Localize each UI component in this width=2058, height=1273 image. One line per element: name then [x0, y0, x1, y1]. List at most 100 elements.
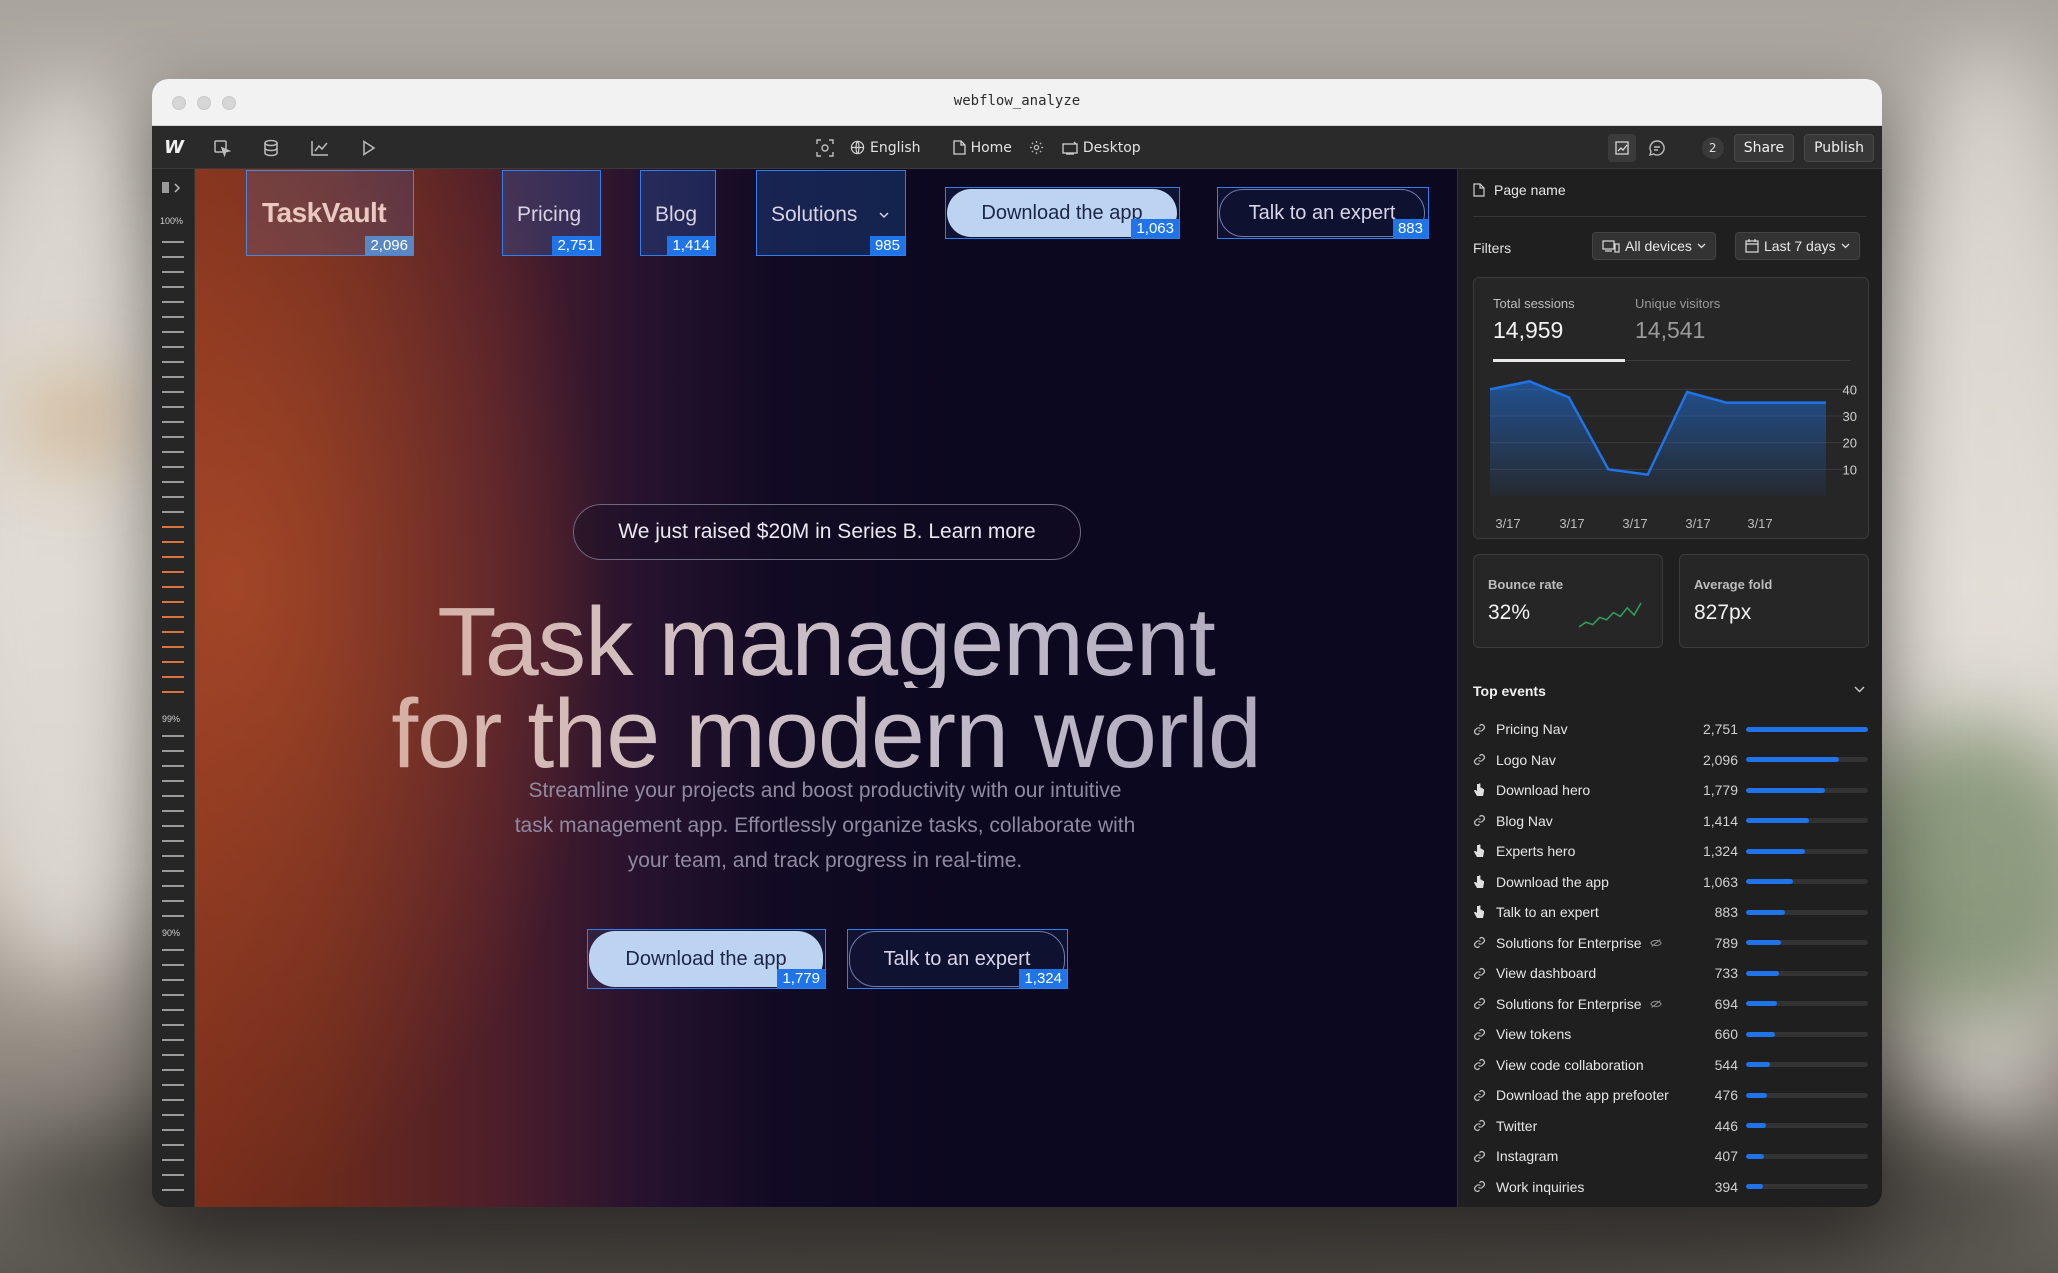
panel-divider — [1473, 216, 1867, 217]
event-row[interactable]: Instagram 407 — [1472, 1141, 1868, 1171]
total-sessions-label: Total sessions — [1493, 296, 1575, 311]
event-name: Pricing Nav — [1496, 721, 1568, 737]
event-row[interactable]: Solutions for Enterprise 789 — [1472, 928, 1868, 958]
average-fold-value: 827px — [1694, 601, 1752, 624]
event-row[interactable]: View dashboard 733 — [1472, 958, 1868, 988]
event-bar-fill — [1746, 1031, 1776, 1037]
event-row[interactable]: Download the app 1,063 — [1472, 867, 1868, 897]
nav-talk-highlight[interactable]: Talk to an expert 883 — [1217, 187, 1429, 239]
comments-icon[interactable] — [1646, 137, 1668, 159]
event-bar-fill — [1746, 909, 1786, 915]
blog-nav-highlight[interactable]: Blog 1,414 — [640, 170, 716, 256]
link-icon — [1472, 814, 1486, 828]
webflow-logo-icon[interactable]: W — [162, 137, 184, 159]
analytics-panel: Page name Filters All devices Last 7 day… — [1457, 169, 1882, 1207]
event-row[interactable]: Work inquiries 394 — [1472, 1172, 1868, 1202]
screenshot-icon[interactable] — [814, 137, 836, 159]
event-row[interactable]: Download the app prefooter 476 — [1472, 1080, 1868, 1110]
share-button[interactable]: Share — [1733, 133, 1795, 162]
event-bar-track — [1746, 757, 1868, 762]
page-settings-gear-icon[interactable] — [1026, 137, 1048, 159]
event-bar-track — [1746, 1123, 1868, 1128]
chevron-down-icon — [879, 212, 889, 219]
nav-blog-link: Blog — [655, 203, 698, 226]
event-row[interactable]: Talk to an expert 883 — [1472, 897, 1868, 927]
breakpoint-selector[interactable]: Desktop — [1062, 140, 1141, 156]
hero-title: Task management for the modern world — [195, 593, 1457, 782]
event-bar-track — [1746, 848, 1868, 854]
preview-play-icon[interactable] — [358, 137, 380, 159]
locale-label: English — [870, 139, 921, 156]
calendar-icon — [1745, 239, 1759, 253]
event-count: 394 — [1714, 1178, 1738, 1195]
event-bar-fill — [1746, 879, 1794, 884]
top-events-label: Top events — [1473, 683, 1546, 699]
tab-total-sessions[interactable]: Total sessions 14,959 — [1493, 296, 1625, 343]
devices-filter-value: All devices — [1625, 238, 1692, 254]
y-tick-label: 20 — [1843, 436, 1857, 451]
event-row[interactable]: Solutions for Enterprise 694 — [1472, 989, 1868, 1019]
event-row[interactable]: Experts hero 1,324 — [1472, 836, 1868, 866]
collaborators-count-badge[interactable]: 2 — [1701, 136, 1724, 159]
y-tick-label: 10 — [1843, 462, 1857, 477]
event-row[interactable]: Pricing Nav 2,751 — [1472, 714, 1868, 744]
analytics-icon[interactable] — [309, 137, 331, 159]
event-count: 446 — [1714, 1117, 1738, 1134]
event-name: Instagram — [1496, 1148, 1559, 1164]
event-row[interactable]: Careers377 — [1472, 1202, 1868, 1207]
x-tick-label: 3/17 — [1495, 516, 1520, 530]
event-row[interactable]: View tokens 660 — [1472, 1019, 1868, 1049]
pricing-nav-highlight[interactable]: Pricing 2,751 — [502, 170, 601, 256]
logo-nav-highlight[interactable]: TaskVault 2,096 — [246, 170, 414, 256]
chevron-down-icon — [1697, 243, 1706, 249]
nav-download-click-count: 1,063 — [1131, 219, 1179, 238]
event-bar-track — [1746, 1062, 1868, 1067]
event-name-cell: View tokens — [1496, 1026, 1678, 1042]
page-selector[interactable]: Home — [952, 140, 1012, 156]
database-icon[interactable] — [260, 137, 282, 159]
event-row[interactable]: Twitter 446 — [1472, 1111, 1868, 1141]
tab-unique-visitors[interactable]: Unique visitors 14,541 — [1635, 296, 1775, 343]
hero-download-highlight[interactable]: Download the app 1,779 — [587, 929, 826, 989]
event-bar-fill — [1746, 787, 1825, 793]
hero-talk-highlight[interactable]: Talk to an expert 1,324 — [847, 929, 1068, 989]
pointer-icon — [1472, 844, 1486, 858]
event-count: 1,779 — [1702, 782, 1738, 798]
desktop-icon — [1062, 141, 1078, 155]
link-icon — [1472, 1058, 1486, 1072]
nav-download-highlight[interactable]: Download the app 1,063 — [945, 187, 1180, 239]
event-bar-fill — [1746, 1153, 1765, 1159]
event-name-cell: Instagram — [1496, 1148, 1678, 1164]
designer-toolbar: W English Home Desktop 2 Share Publish — [152, 126, 1882, 169]
event-name: Download the app prefooter — [1496, 1087, 1669, 1103]
hidden-eye-icon — [1649, 999, 1662, 1009]
link-icon — [1472, 1149, 1486, 1163]
bounce-rate-card: Bounce rate 32% — [1473, 554, 1663, 648]
y-tick-label: 30 — [1843, 409, 1857, 424]
chevron-down-icon — [1841, 243, 1850, 249]
event-row[interactable]: Download hero 1,779 — [1472, 775, 1868, 805]
event-name-cell: View dashboard — [1496, 965, 1678, 981]
analyze-mode-icon[interactable] — [1607, 133, 1636, 162]
announcement-pill[interactable]: We just raised $20M in Series B. Learn m… — [573, 504, 1081, 560]
event-row[interactable]: View code collaboration 544 — [1472, 1050, 1868, 1080]
event-count: 2,096 — [1702, 751, 1738, 768]
devices-filter-dropdown[interactable]: All devices — [1592, 232, 1716, 260]
filters-label: Filters — [1473, 240, 1512, 256]
page-name-row[interactable]: Page name — [1473, 182, 1566, 198]
bounce-sparkline — [1578, 602, 1642, 628]
event-name-cell: Download hero — [1496, 782, 1678, 798]
site-logo: TaskVault — [262, 197, 387, 228]
event-row[interactable]: Logo Nav 2,096 — [1472, 745, 1868, 775]
date-range-dropdown[interactable]: Last 7 days — [1735, 232, 1860, 260]
top-events-header[interactable]: Top events — [1473, 681, 1867, 703]
breakpoint-label: Desktop — [1082, 139, 1141, 156]
publish-button[interactable]: Publish — [1804, 133, 1874, 162]
event-bar-track — [1746, 879, 1868, 884]
event-row[interactable]: Blog Nav 1,414 — [1472, 806, 1868, 836]
select-tool-icon[interactable] — [211, 137, 233, 159]
solutions-nav-highlight[interactable]: Solutions 985 — [756, 170, 906, 256]
event-name: Solutions for Enterprise — [1496, 995, 1642, 1012]
locale-selector[interactable]: English — [850, 140, 921, 156]
event-count: 1,324 — [1702, 843, 1738, 859]
